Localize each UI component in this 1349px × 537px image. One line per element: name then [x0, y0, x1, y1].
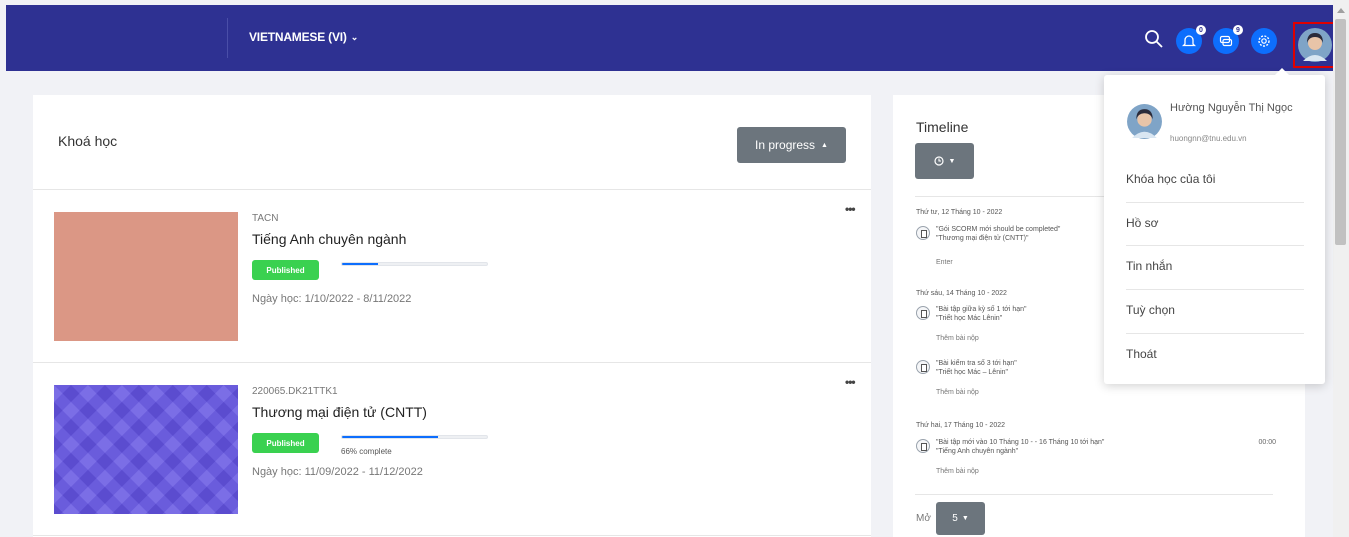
- language-selector[interactable]: VIETNAMESE (VI) ⌄: [249, 30, 358, 44]
- event-title[interactable]: "Bài tập mới vào 10 Tháng 10 - - 16 Thán…: [936, 439, 1104, 446]
- more-options-icon[interactable]: •••: [845, 375, 856, 389]
- navbar-divider: [227, 18, 228, 58]
- chevron-down-icon: ⌄: [350, 31, 359, 42]
- progress-label: 66% complete: [341, 447, 392, 456]
- message-badge: 9: [1233, 25, 1243, 35]
- bell-icon: [1182, 35, 1196, 47]
- menu-item-preferences[interactable]: Tuỳ chọn: [1126, 303, 1175, 317]
- timeline-date: Thứ sáu, 14 Tháng 10 - 2022: [916, 290, 1007, 297]
- dropdown-arrow: [1275, 68, 1289, 75]
- assignment-icon: [916, 360, 930, 374]
- course-item[interactable]: TACN Tiếng Anh chuyên ngành Published Ng…: [33, 190, 871, 363]
- page-scrollbar[interactable]: [1333, 0, 1349, 537]
- more-options-icon[interactable]: •••: [845, 202, 856, 216]
- event-course: "Triết học Mác – Lênin": [936, 369, 1009, 376]
- notification-button[interactable]: 0: [1176, 25, 1206, 54]
- event-course: "Tiếng Anh chuyên ngành": [936, 448, 1019, 455]
- course-filter-dropdown[interactable]: In progress ▲: [737, 127, 846, 163]
- event-course: "Thương mại điện tử (CNTT)": [936, 235, 1029, 242]
- menu-item-profile[interactable]: Hồ sơ: [1126, 216, 1159, 230]
- timeline-filter-dropdown[interactable]: ▼: [915, 143, 974, 179]
- assignment-icon: [916, 306, 930, 320]
- timeline-more-label: Mở: [916, 513, 931, 524]
- event-action-link[interactable]: Enter: [936, 259, 953, 266]
- courses-title: Khoá học: [58, 133, 118, 149]
- user-menu-dropdown: Hường Nguyễn Thị Ngọc huongnn@tnu.edu.vn…: [1104, 68, 1325, 384]
- course-thumbnail[interactable]: [54, 212, 238, 341]
- caret-up-icon: ▲: [821, 141, 828, 149]
- assignment-icon: [916, 439, 930, 453]
- course-item[interactable]: 220065.DK21TTK1 Thương mại điện tử (CNTT…: [33, 363, 871, 536]
- event-action-link[interactable]: Thêm bài nộp: [936, 389, 979, 396]
- status-badge: Published: [252, 260, 319, 280]
- timeline-date: Thứ hai, 17 Tháng 10 - 2022: [916, 422, 1006, 429]
- menu-divider: [1126, 245, 1304, 246]
- course-name[interactable]: Thương mại điện tử (CNTT): [252, 404, 427, 420]
- caret-down-icon: ▼: [961, 515, 969, 522]
- chat-icon: [1219, 35, 1233, 47]
- top-navbar: VIETNAMESE (VI) ⌄ 0 9: [6, 5, 1337, 71]
- event-time: 00:00: [1258, 439, 1276, 446]
- timeline-date: Thứ tư, 12 Tháng 10 - 2022: [916, 209, 1003, 216]
- menu-item-my-courses[interactable]: Khóa học của tôi: [1126, 172, 1215, 186]
- event-action-link[interactable]: Thêm bài nộp: [936, 335, 979, 342]
- timeline-count-value: 5: [952, 513, 958, 524]
- user-email: huongnn@tnu.edu.vn: [1170, 134, 1247, 143]
- course-thumbnail[interactable]: [54, 385, 238, 514]
- course-filter-label: In progress: [755, 138, 816, 152]
- scrollbar-thumb[interactable]: [1335, 19, 1346, 245]
- timeline-title: Timeline: [916, 119, 969, 135]
- timeline-count-dropdown[interactable]: 5 ▼: [936, 502, 985, 535]
- event-course: "Triết học Mác Lênin": [936, 315, 1003, 322]
- user-avatar-button[interactable]: [1293, 22, 1337, 68]
- course-dates: Ngày học: 1/10/2022 - 8/11/2022: [252, 293, 412, 305]
- user-name: Hường Nguyễn Thị Ngọc: [1170, 102, 1293, 114]
- progress-bar: [341, 435, 488, 439]
- event-action-link[interactable]: Thêm bài nộp: [936, 468, 979, 475]
- course-dates: Ngày học: 11/09/2022 - 11/12/2022: [252, 466, 423, 478]
- menu-item-logout[interactable]: Thoát: [1126, 347, 1157, 361]
- event-title[interactable]: "Gói SCORM mới should be completed": [936, 226, 1060, 233]
- search-icon[interactable]: [1144, 29, 1164, 49]
- messages-button[interactable]: 9: [1213, 25, 1243, 54]
- event-title[interactable]: "Bài kiểm tra số 3 tới hạn": [936, 360, 1017, 367]
- avatar: [1126, 103, 1163, 140]
- course-code: TACN: [252, 213, 279, 224]
- caret-down-icon: ▼: [948, 157, 956, 165]
- assignment-icon: [916, 226, 930, 240]
- timeline-divider: [915, 494, 1273, 495]
- notification-badge: 0: [1196, 25, 1206, 35]
- event-title[interactable]: "Bài tập giữa kỳ số 1 tới hạn": [936, 306, 1027, 313]
- progress-bar: [341, 262, 488, 266]
- courses-header: Khoá học In progress ▲: [33, 95, 871, 190]
- clock-icon: [933, 156, 944, 166]
- menu-divider: [1126, 333, 1304, 334]
- courses-card: Khoá học In progress ▲ TACN Tiếng Anh ch…: [33, 95, 871, 537]
- settings-button[interactable]: [1251, 28, 1277, 54]
- course-name[interactable]: Tiếng Anh chuyên ngành: [252, 231, 406, 247]
- gear-icon: [1258, 35, 1270, 47]
- course-code: 220065.DK21TTK1: [252, 386, 338, 397]
- scroll-up-icon[interactable]: [1337, 8, 1345, 13]
- menu-item-messages[interactable]: Tin nhắn: [1126, 259, 1172, 273]
- menu-divider: [1126, 289, 1304, 290]
- language-label: VIETNAMESE (VI): [249, 30, 347, 44]
- status-badge: Published: [252, 433, 319, 453]
- menu-divider: [1126, 202, 1304, 203]
- avatar: [1298, 28, 1332, 62]
